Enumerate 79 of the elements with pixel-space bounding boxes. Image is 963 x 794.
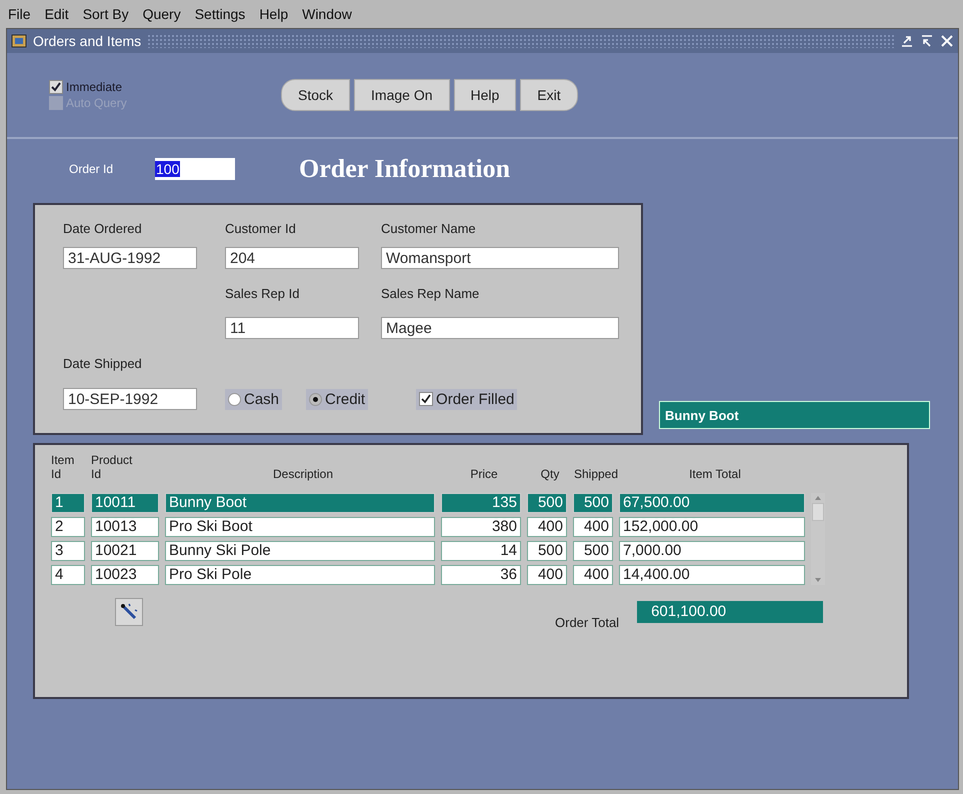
table-cell[interactable]: Bunny Ski Pole [165,541,435,561]
table-cell[interactable]: 500 [527,541,567,561]
column-header: Item Id [51,453,76,481]
table-cell[interactable]: 14 [441,541,521,561]
field-label: Order Id [69,162,114,176]
check-icon [51,82,61,92]
input-field[interactable]: 204 [225,247,359,269]
menu-item[interactable]: Sort By [82,6,129,22]
magic-wand-icon[interactable] [115,598,143,626]
input-field[interactable]: Magee [381,317,619,339]
scroll-thumb[interactable] [812,503,824,521]
menu-item[interactable]: Edit [44,6,69,22]
menu-item[interactable]: Help [259,6,288,22]
table-cell[interactable]: 2 [51,517,85,537]
menu-item[interactable]: Query [142,6,181,22]
column-header: Qty [540,467,560,481]
checkbox-label: Immediate [66,80,122,94]
input-field[interactable]: 10-SEP-1992 [63,388,197,410]
maximize-icon[interactable] [920,34,934,48]
field-label: Order Total [555,615,620,630]
table-cell[interactable]: 500 [527,493,567,513]
table-cell[interactable]: 400 [527,517,567,537]
column-header: Price [469,467,499,481]
input-field[interactable]: 31-AUG-1992 [63,247,197,269]
table-cell[interactable]: 14,400.00 [619,565,805,585]
menu-item[interactable]: Settings [194,6,246,22]
field-label: Date Shipped [63,356,143,370]
close-icon[interactable] [940,34,954,48]
form-heading: Order Information [299,154,510,184]
field-label: Customer Id [225,220,297,236]
table-cell[interactable]: 380 [441,517,521,537]
table-cell[interactable]: 10011 [91,493,159,513]
order-id-field[interactable]: 100 [155,158,235,180]
app-icon [11,33,27,49]
table-cell[interactable]: 7,000.00 [619,541,805,561]
table-cell[interactable]: Bunny Boot [165,493,435,513]
table-cell[interactable]: 10013 [91,517,159,537]
checkbox[interactable] [49,80,63,94]
table-cell[interactable]: 10021 [91,541,159,561]
toolbar-button[interactable]: Exit [520,79,578,111]
table-cell[interactable]: 36 [441,565,521,585]
table-cell[interactable]: 135 [441,493,521,513]
description-field: Bunny Boot [659,401,930,429]
minimize-icon[interactable] [900,34,914,48]
table-cell[interactable]: Pro Ski Pole [165,565,435,585]
column-header: Description [272,467,334,481]
menu-item[interactable]: File [8,6,31,22]
column-header: Shipped [573,467,619,481]
scrollbar[interactable] [811,493,825,585]
order-total-field: 601,100.00 [637,600,824,622]
table-cell[interactable]: Pro Ski Boot [165,517,435,537]
toolbar-button[interactable]: Image On [354,79,450,111]
radio-button[interactable]: Credit [306,388,368,410]
window-title: Orders and Items [33,33,142,49]
table-cell[interactable]: 152,000.00 [619,517,805,537]
table-cell[interactable]: 4 [51,565,85,585]
field-label: Sales Rep Id [225,286,300,300]
checkbox[interactable]: Order Filled [416,388,518,410]
table-cell[interactable]: 400 [573,565,613,585]
radio-button[interactable]: Cash [225,388,282,410]
input-field[interactable]: Womansport [381,247,619,269]
table-cell[interactable]: 500 [573,493,613,513]
table-cell[interactable]: 10023 [91,565,159,585]
table-cell[interactable]: 400 [573,517,613,537]
toolbar-button[interactable]: Stock [281,79,350,111]
menu-item[interactable]: Window [302,6,352,22]
check-icon [421,394,432,404]
input-field[interactable]: 11 [225,317,359,339]
table-cell[interactable]: 1 [51,493,85,513]
column-header: Product Id [91,453,134,481]
table-cell[interactable]: 400 [527,565,567,585]
column-header: Item Total [688,467,742,481]
field-label: Customer Name [381,220,477,236]
field-label: Date Ordered [63,220,143,236]
table-cell[interactable]: 3 [51,541,85,561]
table-cell[interactable]: 500 [573,541,613,561]
field-label: Sales Rep Name [381,286,480,300]
table-cell[interactable]: 67,500.00 [619,493,805,513]
toolbar-button[interactable]: Help [454,79,516,111]
